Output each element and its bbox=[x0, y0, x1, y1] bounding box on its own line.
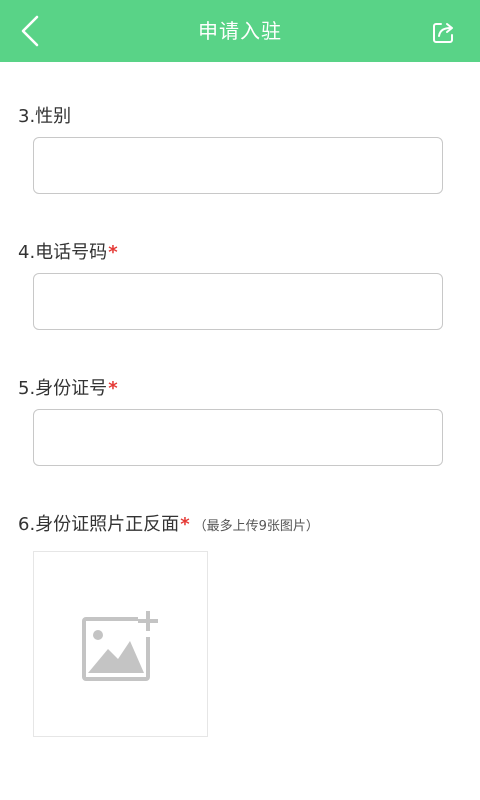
phone-label-text: 4.电话号码 bbox=[18, 242, 108, 263]
id-photos-label-text: 6.身份证照片正反面 bbox=[18, 514, 180, 535]
add-image-icon bbox=[81, 611, 158, 681]
app-header: 申请入驻 bbox=[0, 0, 480, 62]
id-number-label: 5.身份证号* bbox=[18, 374, 118, 400]
required-mark: * bbox=[180, 514, 190, 535]
id-number-input[interactable] bbox=[33, 409, 443, 466]
id-number-label-text: 5.身份证号 bbox=[18, 378, 108, 399]
share-button[interactable] bbox=[422, 10, 466, 54]
gender-label-text: 3.性别 bbox=[18, 106, 72, 127]
phone-label: 4.电话号码* bbox=[18, 238, 118, 264]
required-mark: * bbox=[108, 242, 118, 263]
id-photos-label: 6.身份证照片正反面* （最多上传9张图片） bbox=[18, 510, 319, 536]
phone-input[interactable] bbox=[33, 273, 443, 330]
gender-input[interactable] bbox=[33, 137, 443, 194]
required-mark: * bbox=[108, 378, 118, 399]
gender-label: 3.性别 bbox=[18, 102, 71, 128]
photo-upload-button[interactable] bbox=[33, 551, 208, 737]
share-icon bbox=[433, 23, 453, 43]
upload-hint: （最多上传9张图片） bbox=[193, 519, 319, 534]
page-title: 申请入驻 bbox=[198, 19, 282, 43]
